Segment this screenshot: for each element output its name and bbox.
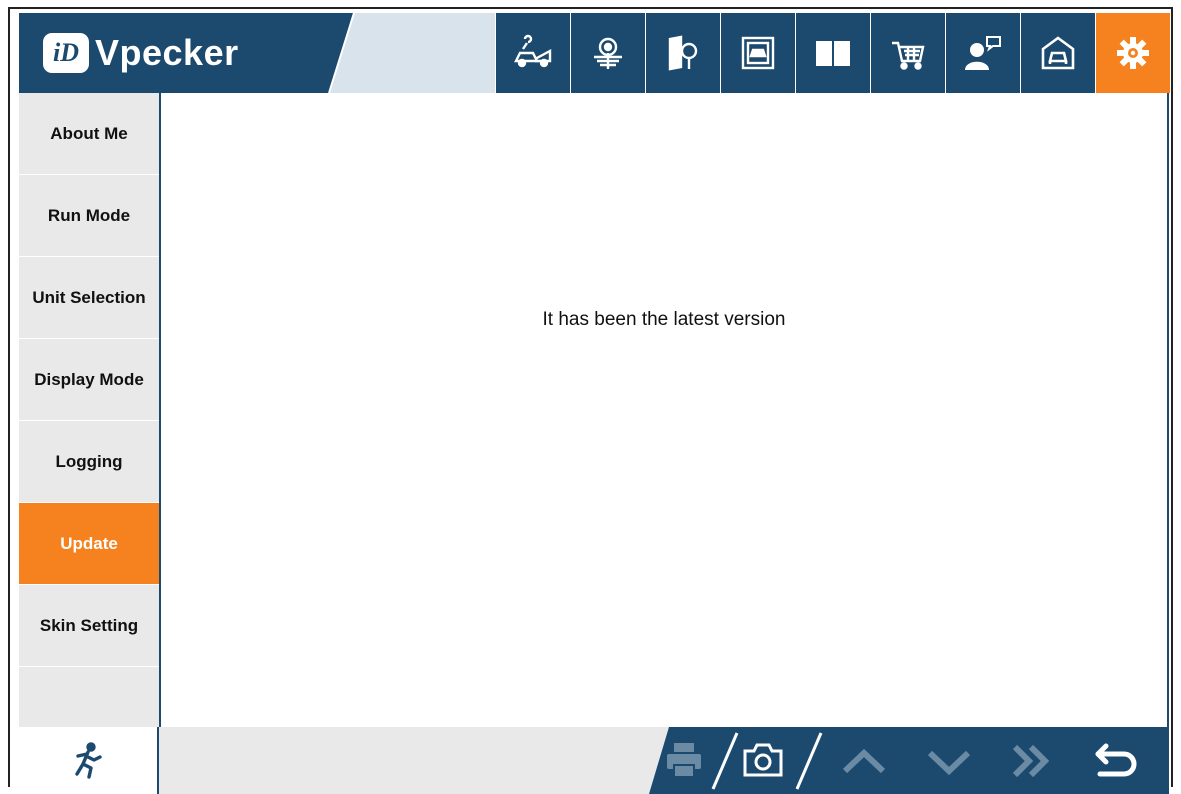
shopping-cart-icon[interactable]	[870, 13, 945, 93]
camera-icon[interactable]	[742, 741, 784, 779]
exit-run-icon[interactable]	[19, 727, 159, 794]
sidebar-item-logging[interactable]: Logging	[19, 421, 159, 503]
sidebar-item-label: Logging	[55, 451, 123, 471]
garage-icon[interactable]	[1020, 13, 1095, 93]
top-toolbar	[495, 13, 1170, 93]
print-icon[interactable]	[664, 741, 704, 779]
bottom-toolbar	[19, 727, 1169, 794]
brand-logo: iD Vpecker	[19, 13, 329, 93]
sidebar-item-display-mode[interactable]: Display Mode	[19, 339, 159, 421]
slash-divider	[795, 732, 823, 790]
sidebar-item-about-me[interactable]: About Me	[19, 93, 159, 175]
sidebar-item-run-mode[interactable]: Run Mode	[19, 175, 159, 257]
car-repair-icon[interactable]	[495, 13, 570, 93]
update-status-message: It has been the latest version	[542, 309, 786, 330]
book-icon[interactable]	[795, 13, 870, 93]
sidebar-item-label: About Me	[50, 123, 128, 143]
footer-decoration	[649, 727, 719, 794]
gear-icon[interactable]	[1095, 13, 1170, 93]
brand-mark-icon: iD	[43, 33, 89, 73]
chevron-up-icon[interactable]	[839, 743, 889, 779]
sidebar-item-unit-selection[interactable]: Unit Selection	[19, 257, 159, 339]
settings-sidebar: About Me Run Mode Unit Selection Display…	[19, 93, 159, 727]
manual-search-icon[interactable]	[645, 13, 720, 93]
user-feedback-icon[interactable]	[945, 13, 1020, 93]
sidebar-item-label: Run Mode	[47, 205, 131, 225]
engine-service-icon[interactable]	[570, 13, 645, 93]
sidebar-item-label: Display Mode	[34, 369, 144, 389]
sidebar-item-update[interactable]: Update	[19, 503, 159, 585]
header-bar: iD Vpecker	[19, 13, 1170, 93]
sidebar-item-label: Unit Selection	[32, 287, 146, 307]
main-content: It has been the latest version	[159, 93, 1169, 727]
sidebar-empty-slot	[19, 667, 159, 727]
sidebar-item-label: Skin Setting	[39, 615, 139, 635]
vehicle-info-icon[interactable]	[720, 13, 795, 93]
chevron-down-icon[interactable]	[924, 743, 974, 779]
sidebar-item-label: Update	[60, 533, 118, 553]
slash-divider	[711, 732, 739, 790]
brand-name: Vpecker	[95, 32, 239, 73]
back-return-icon[interactable]	[1092, 740, 1140, 782]
sidebar-item-skin-setting[interactable]: Skin Setting	[19, 585, 159, 667]
double-chevron-right-icon[interactable]	[1009, 741, 1053, 781]
